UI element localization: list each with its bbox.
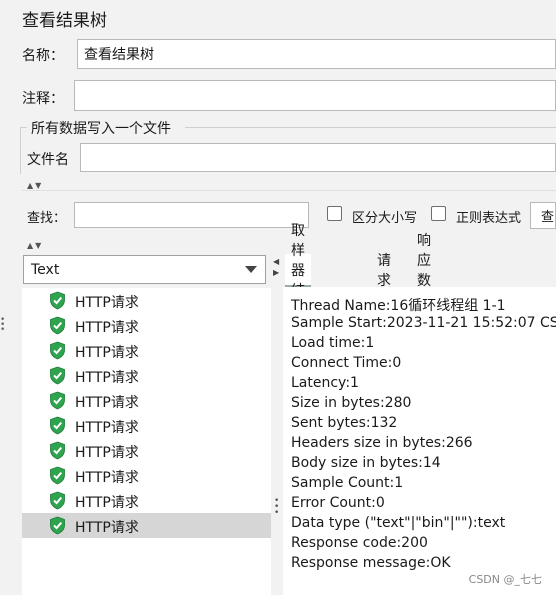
- tab-request[interactable]: 请求: [371, 253, 397, 289]
- result-line: Size in bytes:280: [291, 395, 412, 411]
- collapse-arrows-icon[interactable]: ▲▼: [27, 181, 43, 190]
- search-label: 查找：: [27, 211, 67, 226]
- tab-response-data[interactable]: 响应数据: [411, 233, 437, 309]
- success-shield-icon: [50, 416, 65, 435]
- tree-item[interactable]: HTTP请求: [22, 388, 271, 413]
- renderer-select-value: Text: [31, 261, 60, 278]
- tree-item-label: HTTP请求: [75, 495, 139, 511]
- result-line: Latency:1: [291, 375, 359, 391]
- filename-field[interactable]: [80, 143, 556, 172]
- tab-sampler-result[interactable]: 取样器结果: [285, 223, 311, 319]
- tree-item[interactable]: HTTP请求: [22, 288, 271, 313]
- tree-item-label: HTTP请求: [75, 320, 139, 336]
- name-label: 名称：: [22, 48, 64, 64]
- vertical-splitter[interactable]: ◀ ▶ • • •: [271, 254, 282, 595]
- panel-title: 查看结果树: [22, 11, 107, 31]
- divider: [22, 190, 556, 191]
- tree-item-label: HTTP请求: [75, 395, 139, 411]
- name-field[interactable]: 查看结果树: [77, 39, 556, 69]
- collapse-arrows-icon[interactable]: ▲▼: [27, 241, 43, 250]
- renderer-select[interactable]: Text: [23, 255, 266, 284]
- success-shield-icon: [50, 316, 65, 335]
- fieldset-border: [185, 127, 556, 128]
- success-shield-icon: [50, 341, 65, 360]
- find-button[interactable]: 查: [530, 202, 556, 229]
- fieldset-border: [20, 127, 27, 128]
- fieldset-legend: 所有数据写入一个文件: [31, 121, 171, 137]
- comment-label: 注释：: [22, 91, 64, 107]
- chevron-down-icon: [245, 266, 257, 273]
- success-shield-icon: [50, 391, 65, 410]
- tree-item[interactable]: HTTP请求: [22, 413, 271, 438]
- tree-item[interactable]: HTTP请求: [22, 438, 271, 463]
- regex-label: 正则表达式: [456, 211, 522, 226]
- filename-label: 文件名: [27, 152, 69, 168]
- result-line: Data type ("text"|"bin"|""):text: [291, 515, 506, 531]
- result-line: Headers size in bytes:266: [291, 435, 473, 451]
- fieldset-border: [20, 127, 21, 174]
- search-input[interactable]: [74, 202, 309, 228]
- result-line: Sample Count:1: [291, 475, 404, 491]
- result-line: Sample Start:2023-11-21 15:52:07 CST: [291, 315, 556, 331]
- comment-field[interactable]: [74, 80, 556, 111]
- result-line: Error Count:0: [291, 495, 385, 511]
- tree-item[interactable]: HTTP请求: [22, 363, 271, 388]
- drag-handle-icon[interactable]: • • •: [0, 316, 5, 335]
- success-shield-icon: [50, 491, 65, 510]
- tree-item-label: HTTP请求: [75, 370, 139, 386]
- tree-item-label: HTTP请求: [75, 520, 139, 536]
- tree-item-label: HTTP请求: [75, 470, 139, 486]
- case-sensitive-label: 区分大小写: [352, 211, 418, 226]
- regex-checkbox[interactable]: [431, 206, 446, 221]
- tree-item-label: HTTP请求: [75, 295, 139, 311]
- result-line: Sent bytes:132: [291, 415, 398, 431]
- sample-result-text[interactable]: Thread Name:16循环线程组 1-1 Sample Start:202…: [283, 287, 556, 595]
- success-shield-icon: [50, 366, 65, 385]
- tree-item[interactable]: HTTP请求: [22, 313, 271, 338]
- watermark: CSDN @_七七: [468, 573, 542, 586]
- tree-item[interactable]: HTTP请求: [22, 338, 271, 363]
- tree-item-label: HTTP请求: [75, 345, 139, 361]
- drag-handle-icon[interactable]: • • •: [274, 497, 279, 518]
- success-shield-icon: [50, 516, 65, 535]
- result-line: Load time:1: [291, 335, 375, 351]
- tree-item-label: HTTP请求: [75, 445, 139, 461]
- success-shield-icon: [50, 291, 65, 310]
- result-line: Response code:200: [291, 535, 428, 551]
- tree-item[interactable]: HTTP请求: [22, 488, 271, 513]
- collapse-arrows-icon[interactable]: ◀ ▶: [273, 256, 279, 278]
- success-shield-icon: [50, 466, 65, 485]
- result-line: Body size in bytes:14: [291, 455, 441, 471]
- tree-item-selected[interactable]: HTTP请求: [22, 513, 271, 538]
- case-sensitive-checkbox[interactable]: [327, 206, 342, 221]
- tree-item[interactable]: HTTP请求: [22, 463, 271, 488]
- success-shield-icon: [50, 441, 65, 460]
- result-line: Response message:OK: [291, 555, 451, 571]
- result-line: Connect Time:0: [291, 355, 402, 371]
- results-tree[interactable]: HTTP请求 HTTP请求 HTTP请求 HTTP请求 HTTP请求 HTTP请…: [22, 288, 271, 595]
- tree-item-label: HTTP请求: [75, 420, 139, 436]
- result-line: Thread Name:16循环线程组 1-1: [291, 298, 506, 314]
